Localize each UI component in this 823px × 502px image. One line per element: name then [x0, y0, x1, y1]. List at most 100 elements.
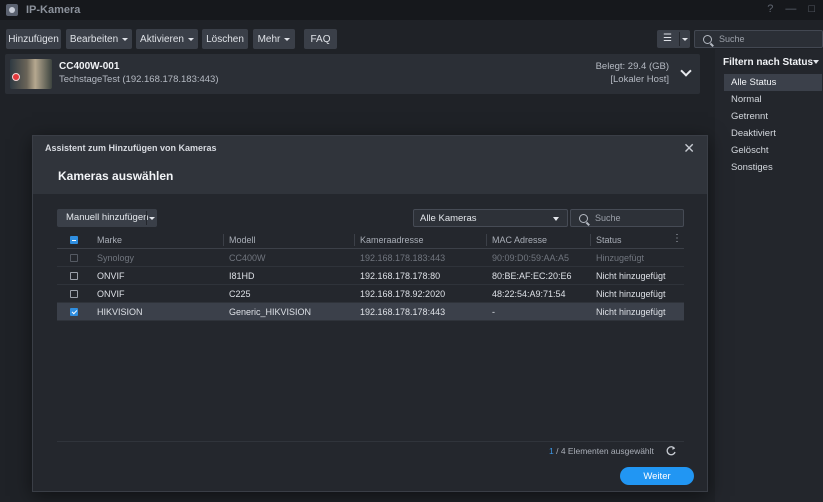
row-checkbox	[70, 254, 78, 262]
cell-mac: 48:22:54:A9:71:54	[492, 289, 566, 299]
column-menu-icon[interactable]: ⋮	[672, 234, 682, 244]
cell-address: 192.168.178.178:443	[360, 307, 446, 317]
filter-item-all[interactable]: Alle Status	[724, 74, 822, 91]
edit-button[interactable]: Bearbeiten	[66, 29, 132, 49]
minimize-icon[interactable]: —	[785, 3, 796, 15]
filter-item-disabled[interactable]: Deaktiviert	[724, 125, 822, 142]
filter-item-disconnected[interactable]: Getrennt	[724, 108, 822, 125]
filter-item-other[interactable]: Sonstiges	[724, 159, 822, 176]
column-divider[interactable]	[354, 234, 355, 246]
cell-status: Nicht hinzugefügt	[596, 307, 666, 317]
camera-card[interactable]: CC400W-001 TechstageTest (192.168.178.18…	[5, 54, 700, 94]
search-placeholder: Suche	[719, 34, 745, 44]
maximize-icon[interactable]: □	[808, 3, 815, 15]
chevron-down-icon[interactable]	[682, 38, 688, 41]
chevron-down-icon	[187, 37, 194, 41]
row-checkbox[interactable]	[70, 272, 78, 280]
cell-model: Generic_HIKVISION	[229, 307, 312, 317]
column-header-address[interactable]: Kameraadresse	[360, 231, 424, 249]
camera-name: CC400W-001	[59, 61, 120, 72]
more-button[interactable]: Mehr	[253, 29, 295, 49]
list-view-icon[interactable]: ☰	[663, 34, 672, 44]
table-row[interactable]: ONVIF I81HD 192.168.178.178:80 80:BE:AF:…	[57, 267, 684, 285]
column-divider[interactable]	[590, 234, 591, 246]
table-row[interactable]: ONVIF C225 192.168.178.92:2020 48:22:54:…	[57, 285, 684, 303]
column-header-model[interactable]: Modell	[229, 231, 256, 249]
camera-host: [Lokaler Host]	[610, 74, 669, 85]
faq-button-label: FAQ	[310, 33, 331, 45]
next-button[interactable]: Weiter	[620, 467, 694, 485]
dialog-search-placeholder: Suche	[595, 213, 621, 223]
search-input[interactable]: Suche	[694, 30, 823, 48]
status-filter-panel: Filtern nach Status Alle Status Normal G…	[715, 49, 823, 502]
chevron-down-icon[interactable]	[680, 65, 692, 77]
faq-button[interactable]: FAQ	[304, 29, 337, 49]
dialog-header: Assistent zum Hinzufügen von Kameras ✕ K…	[33, 136, 707, 194]
cell-mac: 80:BE:AF:EC:20:E6	[492, 271, 572, 281]
camera-filter-select[interactable]: Alle Kameras	[413, 209, 568, 227]
add-button[interactable]: Hinzufügen	[6, 29, 61, 49]
column-header-brand[interactable]: Marke	[97, 231, 122, 249]
dialog-subtitle: Kameras auswählen	[58, 169, 174, 183]
row-checkbox-cell	[70, 267, 78, 285]
column-header-mac[interactable]: MAC Adresse	[492, 231, 547, 249]
chevron-down-icon[interactable]	[149, 217, 155, 220]
row-checkbox[interactable]	[70, 308, 78, 316]
row-checkbox[interactable]	[70, 290, 78, 298]
main-toolbar: Hinzufügen Bearbeiten Aktivieren Löschen…	[0, 29, 715, 49]
add-button-label: Hinzufügen	[8, 33, 59, 45]
chevron-down-icon	[553, 217, 559, 221]
view-mode-toggle[interactable]: ☰	[657, 30, 690, 48]
row-checkbox-cell	[70, 285, 78, 303]
cell-brand: ONVIF	[97, 271, 125, 281]
activate-button[interactable]: Aktivieren	[136, 29, 198, 49]
filter-item-deleted[interactable]: Gelöscht	[724, 142, 822, 159]
camera-app-icon	[6, 4, 18, 16]
chevron-down-icon[interactable]	[813, 60, 819, 64]
title-bar: IP-Kamera ? — □	[0, 0, 823, 20]
cell-status: Nicht hinzugefügt	[596, 271, 666, 281]
cell-address: 192.168.178.92:2020	[360, 289, 446, 299]
column-header-status[interactable]: Status	[596, 231, 622, 249]
cell-address: 192.168.178.178:80	[360, 271, 441, 281]
cell-brand: Synology	[97, 253, 135, 263]
divider	[57, 441, 684, 442]
column-divider[interactable]	[223, 234, 224, 246]
status-dot-icon	[12, 73, 20, 81]
cell-brand: ONVIF	[97, 289, 125, 299]
column-divider[interactable]	[486, 234, 487, 246]
divider	[679, 32, 680, 46]
table-header: Marke Modell Kameraadresse MAC Adresse S…	[57, 231, 684, 249]
refresh-icon[interactable]	[665, 445, 677, 457]
search-icon	[579, 213, 588, 223]
selection-count-label: / 4 Elementen ausgewählt	[553, 446, 654, 456]
cell-mac: -	[492, 307, 495, 317]
camera-table: Marke Modell Kameraadresse MAC Adresse S…	[57, 231, 684, 321]
divider	[146, 211, 147, 225]
cell-status: Hinzugefügt	[596, 253, 645, 263]
camera-address: TechstageTest (192.168.178.183:443)	[59, 74, 219, 85]
help-icon[interactable]: ?	[767, 3, 773, 15]
row-checkbox-cell	[70, 303, 78, 321]
close-icon[interactable]: ✕	[683, 140, 695, 157]
filter-item-normal[interactable]: Normal	[724, 91, 822, 108]
manual-add-button[interactable]: Manuell hinzufügen	[57, 209, 157, 227]
storage-used: Belegt: 29.4 (GB)	[595, 61, 669, 72]
window-controls: ? — □	[767, 3, 815, 15]
select-all-checkbox[interactable]	[70, 236, 78, 244]
activate-button-label: Aktivieren	[140, 33, 184, 45]
selection-count: 1 / 4 Elementen ausgewählt	[549, 446, 654, 456]
delete-button[interactable]: Löschen	[202, 29, 248, 49]
cell-mac: 90:09:D0:59:AA:A5	[492, 253, 570, 263]
cell-model: CC400W	[229, 253, 266, 263]
table-row[interactable]: HIKVISION Generic_HIKVISION 192.168.178.…	[57, 303, 684, 321]
cell-model: I81HD	[229, 271, 255, 281]
delete-button-label: Löschen	[206, 33, 244, 45]
chevron-down-icon	[284, 37, 291, 41]
select-all-cell	[70, 231, 78, 249]
dialog-search-input[interactable]: Suche	[570, 209, 684, 227]
app-title: IP-Kamera	[26, 4, 81, 16]
cell-model: C225	[229, 289, 251, 299]
table-row: Synology CC400W 192.168.178.183:443 90:0…	[57, 249, 684, 267]
cell-address: 192.168.178.183:443	[360, 253, 446, 263]
